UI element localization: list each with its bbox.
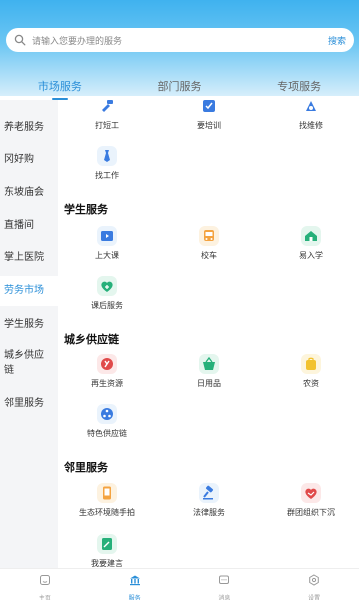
service-legal[interactable]: 法律服务 [164,483,254,518]
service-label: 我要建言 [91,559,123,568]
service-label: 生态环境随手拍 [79,508,135,517]
bottom-navigation: 主页 服务 消息 设置 [0,568,359,600]
service-school-bus[interactable]: 校车 [164,226,254,261]
service-label: 打短工 [95,121,119,130]
nav-label: 消息 [218,596,231,600]
suggest-icon [97,534,117,554]
bank-icon [129,575,140,586]
hammer-icon [97,100,117,116]
phone-icon [97,483,117,503]
sidebar-item-dongpo-fair[interactable]: 东坡庙会 [0,185,58,200]
nav-label: 服务 [128,596,141,600]
search-icon [14,34,26,46]
service-label: 课后服务 [91,301,123,310]
service-label: 找工作 [95,171,119,180]
service-odd-jobs[interactable]: 打短工 [62,100,152,131]
service-label: 上大课 [95,251,119,260]
service-enrollment[interactable]: 易入学 [266,226,356,261]
service-content: 打短工 要培训 找维修 找工作 学生服务 上大课 校车 易入学 课后服务 城乡供… [58,100,359,568]
network-icon [97,404,117,424]
settings-icon [309,574,319,586]
service-recycling[interactable]: 再生资源 [62,354,152,389]
training-icon [199,100,219,116]
nav-label: 设置 [308,596,321,600]
tab-market-services[interactable]: 市场服务 [0,70,120,100]
handshake-icon [301,483,321,503]
sidebar-item-elderly-care[interactable]: 养老服务 [0,120,58,135]
sidebar-item-ganhaogou[interactable]: 冈好购 [0,152,58,167]
sidebar-item-hospital[interactable]: 掌上医院 [0,250,58,265]
service-label: 特色供应链 [87,429,127,438]
service-label: 易入学 [299,251,323,260]
recycle-icon [97,354,117,374]
service-suggestion[interactable]: 我要建言 [62,534,152,568]
nav-label: 主页 [38,596,51,600]
service-label: 日用品 [197,379,221,388]
section-title-supply: 城乡供应链 [64,334,119,346]
tab-bar: 市场服务 部门服务 专项服务 [0,70,359,100]
repair-icon [301,100,321,116]
service-label: 法律服务 [193,508,225,517]
service-label: 群团组织下沉 [287,508,335,517]
sidebar-item-student-services[interactable]: 学生服务 [0,317,58,332]
service-training[interactable]: 要培训 [164,100,254,131]
class-icon [97,226,117,246]
service-special-supply[interactable]: 特色供应链 [62,404,152,439]
search-bar[interactable]: 请输入您要办理的服务 搜索 [6,28,354,52]
tab-department-services[interactable]: 部门服务 [120,70,240,100]
service-repair[interactable]: 找维修 [266,100,356,131]
sidebar-item-live-room[interactable]: 直播间 [0,218,58,233]
service-online-class[interactable]: 上大课 [62,226,152,261]
service-daily-goods[interactable]: 日用品 [164,354,254,389]
service-label: 找维修 [299,121,323,130]
service-after-school[interactable]: 课后服务 [62,276,152,311]
service-farm-supplies[interactable]: 农资 [266,354,356,389]
service-label: 再生资源 [91,379,123,388]
after-school-icon [97,276,117,296]
nav-messages[interactable]: 消息 [180,569,270,600]
enroll-icon [301,226,321,246]
home-icon [39,575,50,585]
search-button[interactable]: 搜索 [328,34,346,47]
nav-home[interactable]: 主页 [0,569,90,600]
nav-services[interactable]: 服务 [90,569,180,600]
service-label: 农资 [303,379,319,388]
tie-icon [97,146,117,166]
service-label: 要培训 [197,121,221,130]
basket-icon [199,354,219,374]
sidebar-item-neighborhood[interactable]: 邻里服务 [0,396,58,411]
bag-icon [301,354,321,374]
sidebar-item-labor-market[interactable]: 劳务市场 [0,276,58,306]
tab-special-services[interactable]: 专项服务 [239,70,359,100]
service-label: 校车 [201,251,217,260]
gavel-icon [199,483,219,503]
section-title-neighbor: 邻里服务 [64,462,108,474]
sidebar-item-supply-chain[interactable]: 城乡供应链 [0,348,46,378]
section-title-student: 学生服务 [64,204,108,216]
message-icon [219,575,230,584]
service-eco-photo[interactable]: 生态环境随手拍 [62,483,152,518]
service-group-org[interactable]: 群团组织下沉 [266,483,356,518]
search-input[interactable]: 请输入您要办理的服务 [32,34,328,47]
bus-icon [199,226,219,246]
service-find-job[interactable]: 找工作 [62,146,152,181]
nav-settings[interactable]: 设置 [269,569,359,600]
category-sidebar: 养老服务 冈好购 东坡庙会 直播间 掌上医院 劳务市场 学生服务 城乡供应链 邻… [0,100,58,568]
